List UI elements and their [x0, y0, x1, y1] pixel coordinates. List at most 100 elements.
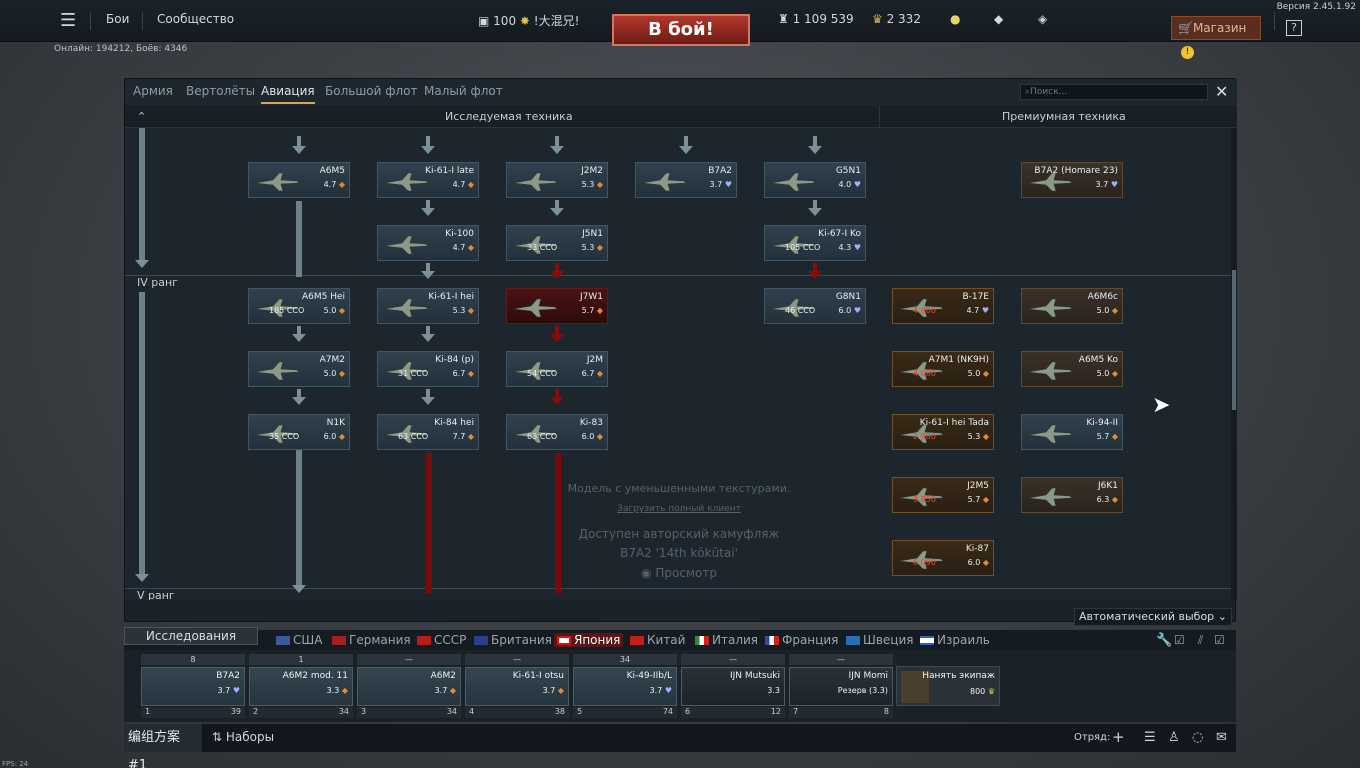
tab-bluewater-fleet[interactable]: Большой флот — [325, 84, 418, 98]
checkbox-icon[interactable]: ☑ — [1214, 633, 1225, 647]
plane-icon — [253, 360, 301, 382]
crew-slot[interactable]: 34 Ki-49-IIb/L 3.7 ♥ 5 74 — [573, 654, 677, 718]
research-tab[interactable]: Исследования — [124, 627, 258, 645]
crew-slot[interactable]: — IJN Mutsuki 3.3 6 12 — [681, 654, 785, 718]
vehicle-card[interactable]: Ki-100 4.7 ◆ — [377, 225, 479, 261]
wrench-icon[interactable]: 🔧 — [1156, 633, 1172, 648]
hire-crew-button[interactable]: Нанять экипаж 800 ♛ — [896, 666, 1000, 706]
nation-ussr[interactable]: СССР — [417, 633, 466, 647]
premium-card[interactable]: B-17E 4 800 4.7 ♥ — [892, 288, 994, 324]
premium-card[interactable]: A7M1 (NK9H) 4 080 5.0 ◆ — [892, 351, 994, 387]
premium-card[interactable]: Ki-87 6 090 6.0 ◆ — [892, 540, 994, 576]
scrollbar[interactable] — [1231, 128, 1237, 600]
sets-button[interactable]: ⇅ Наборы — [212, 730, 274, 744]
crew-slot[interactable]: — Ki-61-I otsu 3.7 ◆ 4 38 — [465, 654, 569, 718]
tab-helicopters[interactable]: Вертолёты — [186, 84, 255, 98]
premium-card[interactable]: Ki-94-II 5.7 ◆ — [1021, 414, 1123, 450]
flag-britain-icon — [474, 636, 488, 645]
help-button[interactable]: ? — [1286, 20, 1302, 36]
vehicle-card[interactable]: Ki-61-I late 4.7 ◆ — [377, 162, 479, 198]
vehicle-card[interactable]: B7A2 3.7 ♥ — [635, 162, 737, 198]
vehicle-card[interactable]: N1K 35 ССО 6.0 ◆ — [248, 414, 350, 450]
premium-card[interactable]: A6M6c 5.0 ◆ — [1021, 288, 1123, 324]
nation-sweden[interactable]: Швеция — [846, 633, 913, 647]
rail-arrow — [135, 260, 149, 268]
checkbox-icon[interactable]: ☑ — [1174, 633, 1185, 647]
premium-card[interactable]: J2M5 3 850 5.7 ◆ — [892, 477, 994, 513]
nation-china[interactable]: Китай — [630, 633, 685, 647]
vehicle-card[interactable]: A7M2 5.0 ◆ — [248, 351, 350, 387]
rank-iv-label[interactable]: IV ранг — [137, 276, 178, 289]
nation-italy[interactable]: Италия — [695, 633, 758, 647]
player-profile[interactable]: ▣ 100 ✸ !大混兄! — [478, 12, 579, 29]
view-camo-button[interactable]: ◉ Просмотр — [549, 566, 809, 580]
friends-icon[interactable]: ♙ — [1168, 730, 1180, 745]
plane-icon — [511, 171, 559, 193]
flag-italy-icon — [695, 636, 709, 645]
crew-slot[interactable]: 8 B7A2 3.7 ♥ 1 39 — [141, 654, 245, 718]
hamburger-menu-icon[interactable]: ☰ — [60, 10, 76, 31]
premium-card[interactable]: A6M5 Ko 5.0 ◆ — [1021, 351, 1123, 387]
rank-diamond-icon[interactable]: ◆ — [994, 12, 1003, 26]
nation-britain[interactable]: Британия — [474, 633, 552, 647]
add-squad-icon[interactable]: + — [1112, 728, 1125, 746]
battlepass-icon[interactable]: ◈ — [1038, 12, 1047, 26]
rank-divider — [125, 275, 1231, 276]
list-icon[interactable]: ☰ — [1144, 730, 1156, 745]
community-menu[interactable]: Сообщество — [157, 12, 234, 26]
tab-aviation[interactable]: Авиация — [261, 84, 315, 104]
vehicle-card[interactable]: J2M2 5.3 ◆ — [506, 162, 608, 198]
nation-japan[interactable]: Япония — [554, 633, 624, 647]
plane-icon — [253, 171, 301, 193]
tab-army[interactable]: Армия — [133, 84, 173, 98]
battle-button[interactable]: В бой! — [612, 14, 750, 46]
locked-vehicle-card[interactable]: J7W1 5.7 ◆ — [506, 288, 608, 324]
tech-tree: IV ранг V ранг A6M5 4.7 ◆ Ki-61-I late 4… — [125, 128, 1231, 600]
premium-card[interactable]: J6K1 6.3 ◆ — [1021, 477, 1123, 513]
golden-eagles[interactable]: ♛ 2 332 — [872, 12, 921, 26]
rank-rail — [139, 292, 145, 574]
close-icon[interactable]: ✕ — [1215, 82, 1228, 101]
eye-icon: ◉ — [641, 566, 652, 580]
cart-icon: 🛒 — [1178, 21, 1193, 35]
silver-lions[interactable]: ♜ 1 109 539 — [778, 12, 854, 26]
vehicle-card[interactable]: G5N1 4.0 ♥ — [764, 162, 866, 198]
vehicle-card[interactable]: J5N1 33 ССО 5.3 ◆ — [506, 225, 608, 261]
auto-select-dropdown[interactable]: Автоматический выбор ⌄ — [1074, 608, 1232, 626]
shop-button[interactable]: 🛒Магазин ! — [1171, 16, 1261, 59]
chat-icon[interactable]: ◌ — [1192, 730, 1203, 745]
vehicle-card[interactable]: Ki-84 (p) 31 ССО 6.7 ◆ — [377, 351, 479, 387]
collapse-up-icon[interactable]: ⌃ — [137, 110, 146, 123]
premium-card[interactable]: Ki-61-I hei Tada 2 980 5.3 ◆ — [892, 414, 994, 450]
crew-slot[interactable]: — A6M2 3.7 ◆ 3 34 — [357, 654, 461, 718]
plane-icon — [382, 234, 430, 256]
vehicle-card[interactable]: J2M 54 ССО 6.7 ◆ — [506, 351, 608, 387]
vehicle-card[interactable]: G8N1 46 ССО 6.0 ♥ — [764, 288, 866, 324]
flag-germany-icon — [332, 636, 346, 645]
preset-selector[interactable]: 编组方案 #1 — [124, 724, 202, 768]
vehicle-card[interactable]: Ki-67-I Ko 105 ССО 4.3 ♥ — [764, 225, 866, 261]
nation-usa[interactable]: США — [276, 633, 322, 647]
tab-coastal-fleet[interactable]: Малый флот — [424, 84, 503, 98]
vehicle-card[interactable]: Ki-61-I hei 5.3 ◆ — [377, 288, 479, 324]
golden-eagles-value: 2 332 — [886, 12, 921, 26]
fps-counter: FPS: 24 — [2, 760, 29, 768]
vehicle-card[interactable]: Ki-84 hei 63 ССО 7.7 ◆ — [377, 414, 479, 450]
load-full-client-link[interactable]: Загрузить полный клиент — [549, 504, 809, 514]
nation-germany[interactable]: Германия — [332, 633, 411, 647]
nation-france[interactable]: Франция — [765, 633, 838, 647]
crew-slot[interactable]: — IJN Momi Резерв (3.3) 78 — [789, 654, 893, 718]
crew-slot[interactable]: 1 A6M2 mod. 11 3.3 ◆ 2 34 — [249, 654, 353, 718]
vehicle-card[interactable]: Ki-83 63 ССО 6.0 ◆ — [506, 414, 608, 450]
nation-israel[interactable]: Израиль — [920, 633, 990, 647]
battles-menu[interactable]: Бои — [106, 12, 129, 26]
lightbulb-icon[interactable]: ● — [950, 12, 960, 26]
rank-v-label[interactable]: V ранг — [137, 589, 175, 600]
ammo-icon[interactable]: ⫽ — [1198, 633, 1203, 648]
premium-card[interactable]: B7A2 (Homare 23) 3.7 ♥ — [1021, 162, 1123, 198]
vehicle-card[interactable]: A6M5 Hei 185 ССО 5.0 ◆ — [248, 288, 350, 324]
search-input[interactable]: ⌕Поиск... — [1020, 84, 1208, 100]
vehicle-card[interactable]: A6M5 4.7 ◆ — [248, 162, 350, 198]
mail-icon[interactable]: ✉ — [1216, 730, 1227, 745]
plane-icon — [382, 171, 430, 193]
